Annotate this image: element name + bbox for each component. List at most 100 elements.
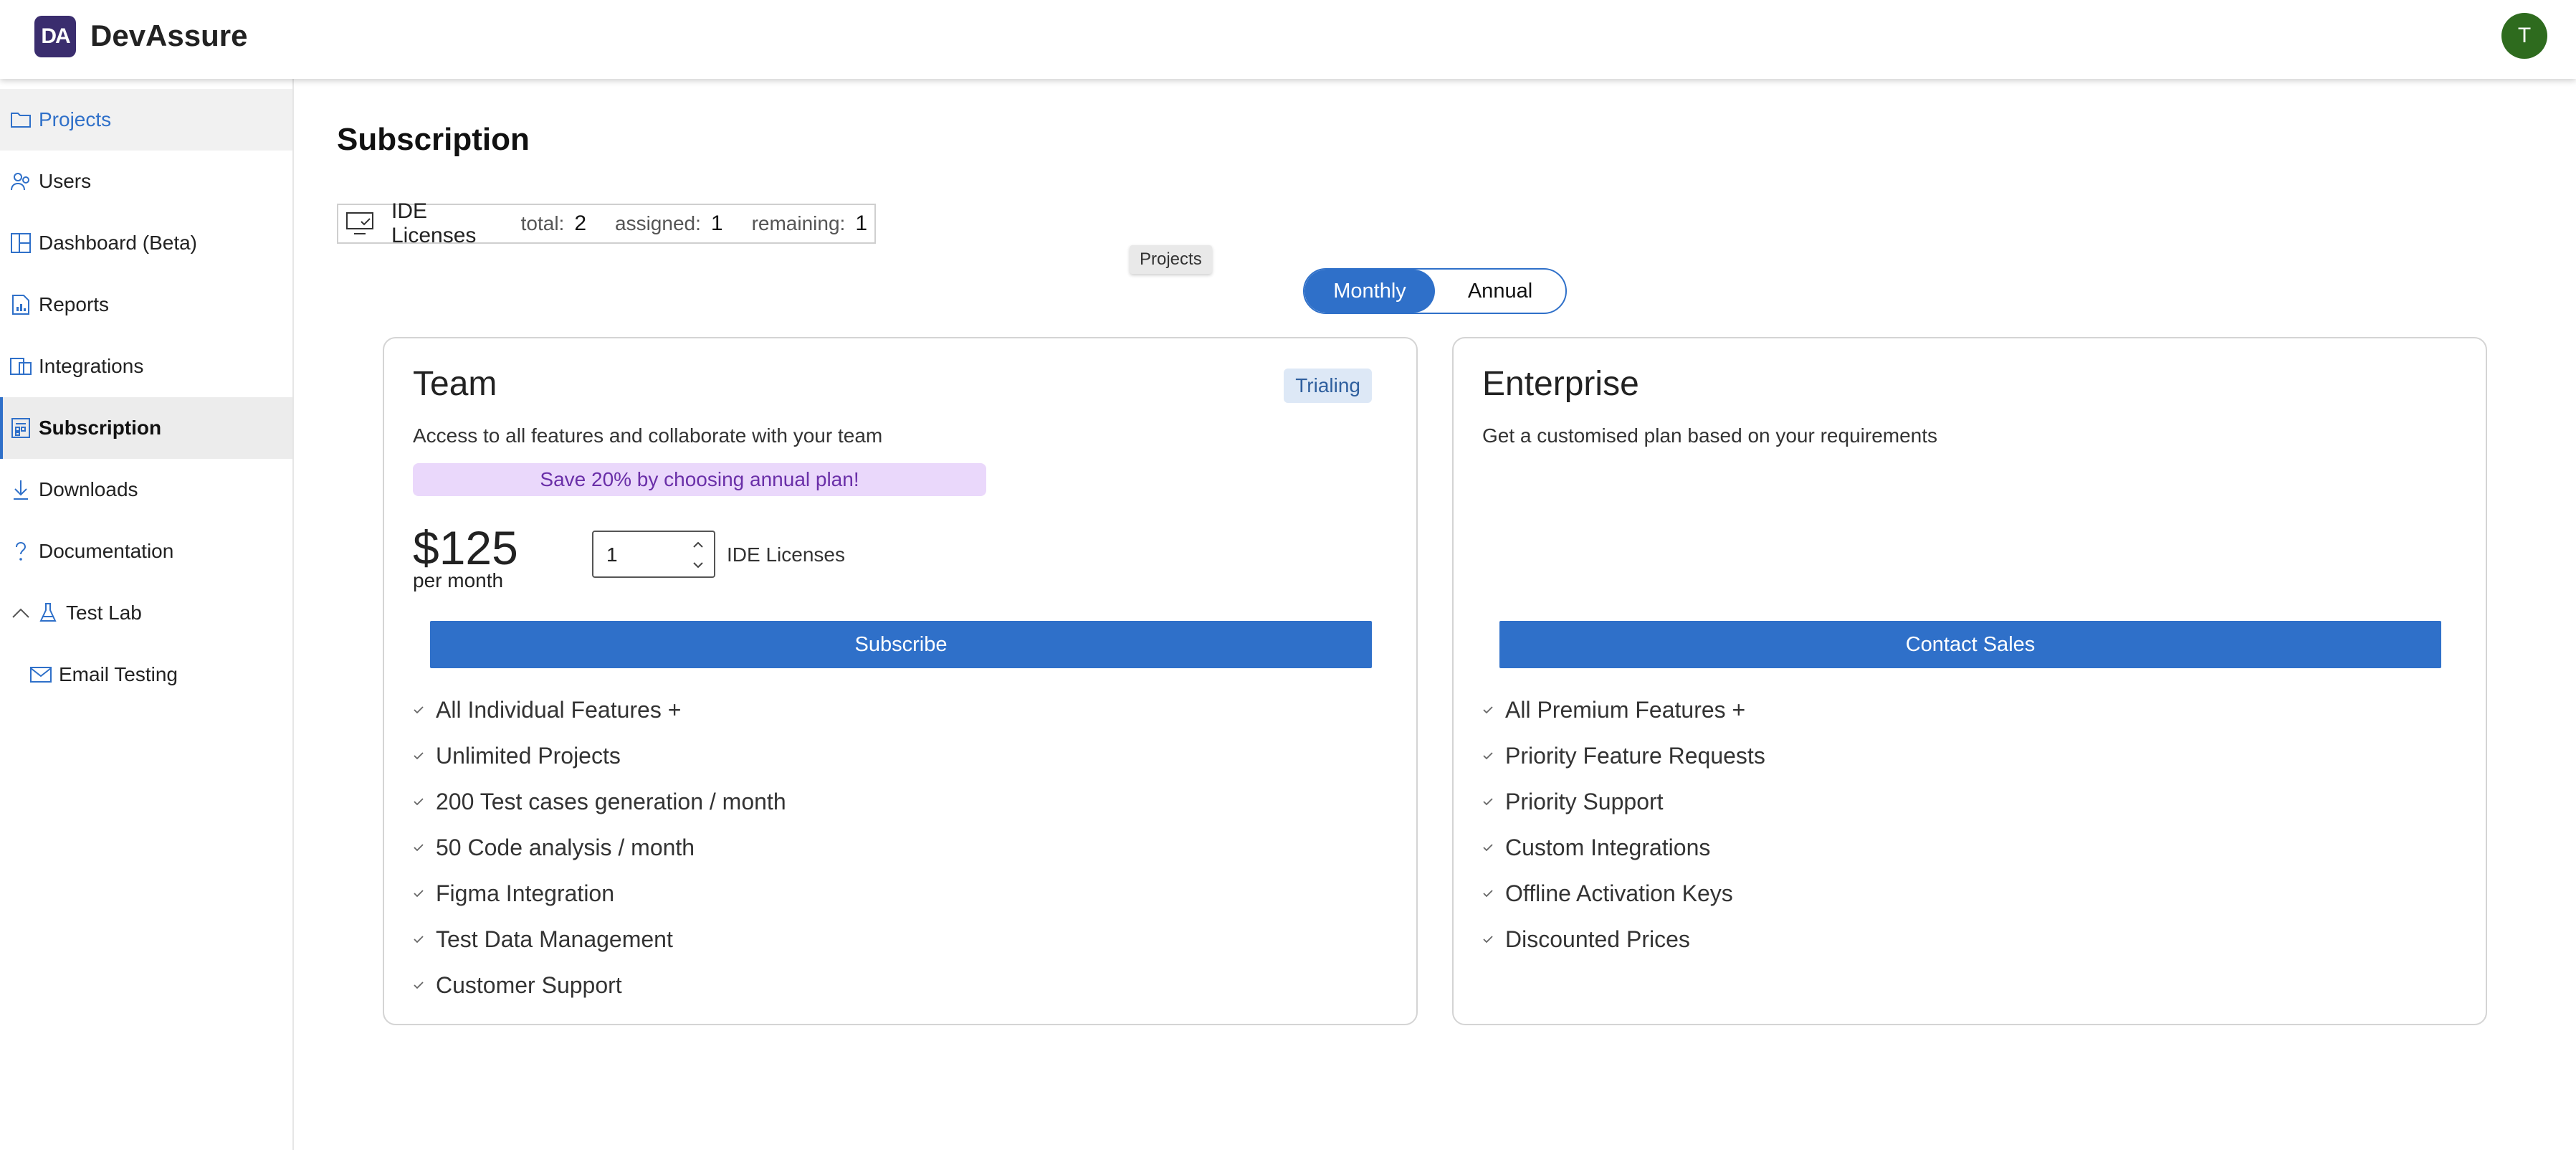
feature-label: Discounted Prices bbox=[1505, 926, 1690, 952]
devassure-logo[interactable]: DA bbox=[34, 16, 76, 57]
feature-label: All Premium Features + bbox=[1505, 696, 1746, 723]
quantity-label: IDE Licenses bbox=[727, 543, 845, 566]
price-period: per month bbox=[413, 569, 504, 591]
feature-label: 200 Test cases generation / month bbox=[436, 788, 786, 814]
list-item: Figma Integration bbox=[413, 870, 786, 916]
contact-sales-button[interactable]: Contact Sales bbox=[1499, 621, 2441, 668]
sidebar-item-email-testing[interactable]: Email Testing bbox=[0, 644, 292, 705]
list-item: Discounted Prices bbox=[1482, 916, 1765, 962]
check-icon bbox=[413, 882, 436, 905]
page-title: Subscription bbox=[337, 122, 530, 157]
chevron-up-icon[interactable] bbox=[690, 536, 707, 553]
feature-list: All Premium Features + Priority Feature … bbox=[1482, 687, 1765, 962]
check-icon bbox=[1482, 790, 1505, 813]
sidebar-item-reports[interactable]: Reports bbox=[0, 274, 292, 336]
feature-label: Customer Support bbox=[436, 971, 622, 998]
list-item: Custom Integrations bbox=[1482, 825, 1765, 870]
check-icon bbox=[1482, 836, 1505, 859]
sidebar-item-subscription[interactable]: Subscription bbox=[0, 397, 292, 459]
question-icon bbox=[9, 539, 33, 564]
list-item: All Premium Features + bbox=[1482, 687, 1765, 733]
subscription-icon bbox=[9, 416, 33, 440]
sidebar-item-label: Reports bbox=[39, 293, 110, 315]
sidebar: Projects Users Dashboard (Beta) Reports … bbox=[0, 79, 294, 1150]
feature-label: Offline Activation Keys bbox=[1505, 880, 1733, 906]
list-item: Unlimited Projects bbox=[413, 733, 786, 779]
feature-label: Test Data Management bbox=[436, 926, 673, 952]
chevron-down-icon[interactable] bbox=[690, 556, 707, 574]
sidebar-item-documentation[interactable]: Documentation bbox=[0, 521, 292, 582]
subscribe-button[interactable]: Subscribe bbox=[430, 621, 1372, 668]
sidebar-item-users[interactable]: Users bbox=[0, 151, 292, 212]
remaining-value: 1 bbox=[855, 212, 867, 235]
list-item: Offline Activation Keys bbox=[1482, 870, 1765, 916]
check-icon bbox=[413, 836, 436, 859]
brand-name[interactable]: DevAssure bbox=[90, 19, 247, 53]
feature-list: All Individual Features + Unlimited Proj… bbox=[413, 687, 786, 1008]
chevron-up-icon[interactable] bbox=[9, 601, 33, 625]
status-badge: Trialing bbox=[1284, 369, 1372, 403]
list-item: Customer Support bbox=[413, 962, 786, 1008]
feature-label: Custom Integrations bbox=[1505, 834, 1711, 860]
assigned-label: assigned: bbox=[615, 212, 701, 234]
monthly-option[interactable]: Monthly bbox=[1304, 270, 1435, 313]
app-header: DA DevAssure T bbox=[0, 0, 2576, 79]
download-icon bbox=[9, 477, 33, 502]
sidebar-item-test-lab[interactable]: Test Lab bbox=[0, 582, 292, 644]
list-item: Test Data Management bbox=[413, 916, 786, 962]
list-item: Priority Support bbox=[1482, 779, 1765, 825]
check-icon bbox=[413, 974, 436, 997]
check-icon bbox=[1482, 882, 1505, 905]
licenses-title: IDE Licenses bbox=[391, 199, 477, 247]
ide-licenses-summary: IDE Licenses total: 2 assigned: 1 remain… bbox=[337, 199, 876, 247]
folder-icon bbox=[9, 108, 33, 132]
team-plan-card: Team Trialing Access to all features and… bbox=[383, 337, 1418, 1025]
feature-label: All Individual Features + bbox=[436, 696, 682, 723]
plan-description: Get a customised plan based on your requ… bbox=[1482, 424, 1938, 447]
check-icon bbox=[1482, 928, 1505, 951]
tooltip: Projects bbox=[1130, 245, 1212, 274]
sidebar-item-label: Subscription bbox=[39, 417, 162, 439]
plan-title: Enterprise bbox=[1482, 365, 1639, 403]
dashboard-icon bbox=[9, 231, 33, 255]
envelope-icon bbox=[29, 662, 53, 687]
plan-description: Access to all features and collaborate w… bbox=[413, 424, 883, 447]
feature-label: Priority Support bbox=[1505, 788, 1664, 814]
check-icon bbox=[413, 928, 436, 951]
sidebar-item-label: Test Lab bbox=[66, 602, 142, 624]
sidebar-item-label: Downloads bbox=[39, 478, 138, 500]
enterprise-plan-card: Enterprise Get a customised plan based o… bbox=[1452, 337, 2487, 1025]
monitor-icon bbox=[345, 212, 374, 236]
sidebar-item-downloads[interactable]: Downloads bbox=[0, 459, 292, 521]
sidebar-item-label: Projects bbox=[39, 108, 112, 130]
assigned-value: 1 bbox=[710, 212, 723, 235]
list-item: 200 Test cases generation / month bbox=[413, 779, 786, 825]
user-avatar[interactable]: T bbox=[2501, 13, 2547, 59]
feature-label: Unlimited Projects bbox=[436, 742, 621, 769]
total-label: total: bbox=[520, 212, 565, 234]
sidebar-item-label: Dashboard (Beta) bbox=[39, 232, 198, 254]
sidebar-item-label: Email Testing bbox=[59, 663, 178, 685]
sidebar-item-integrations[interactable]: Integrations bbox=[0, 336, 292, 397]
remaining-label: remaining: bbox=[751, 212, 846, 234]
license-quantity-stepper[interactable]: 1 bbox=[592, 531, 715, 578]
sidebar-item-label: Integrations bbox=[39, 355, 144, 377]
check-icon bbox=[413, 790, 436, 813]
flask-icon bbox=[36, 601, 60, 625]
promo-banner: Save 20% by choosing annual plan! bbox=[413, 463, 986, 496]
annual-option[interactable]: Annual bbox=[1435, 270, 1565, 313]
sidebar-item-label: Documentation bbox=[39, 540, 174, 562]
check-icon bbox=[413, 744, 436, 767]
feature-label: Priority Feature Requests bbox=[1505, 742, 1765, 769]
check-icon bbox=[413, 698, 436, 721]
sidebar-item-dashboard[interactable]: Dashboard (Beta) bbox=[0, 212, 292, 274]
list-item: Priority Feature Requests bbox=[1482, 733, 1765, 779]
list-item: 50 Code analysis / month bbox=[413, 825, 786, 870]
report-icon bbox=[9, 293, 33, 317]
users-icon bbox=[9, 169, 33, 194]
plan-title: Team bbox=[413, 365, 497, 403]
check-icon bbox=[1482, 744, 1505, 767]
sidebar-item-projects[interactable]: Projects bbox=[0, 89, 292, 151]
quantity-value: 1 bbox=[606, 543, 618, 566]
sidebar-item-label: Users bbox=[39, 170, 92, 192]
